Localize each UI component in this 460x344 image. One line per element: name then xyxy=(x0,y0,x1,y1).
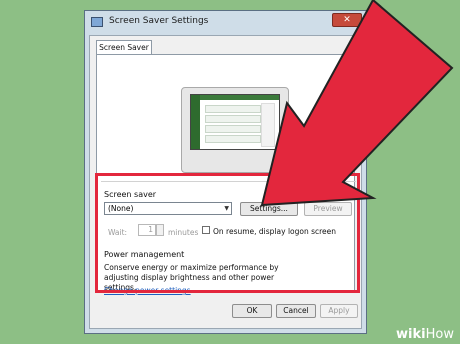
arrow-shape xyxy=(260,0,454,207)
watermark-wiki: wiki xyxy=(396,327,426,342)
wikihow-watermark: wikiHow xyxy=(396,327,454,342)
watermark-how: How xyxy=(425,327,454,342)
pointer-arrow-icon xyxy=(260,0,454,207)
